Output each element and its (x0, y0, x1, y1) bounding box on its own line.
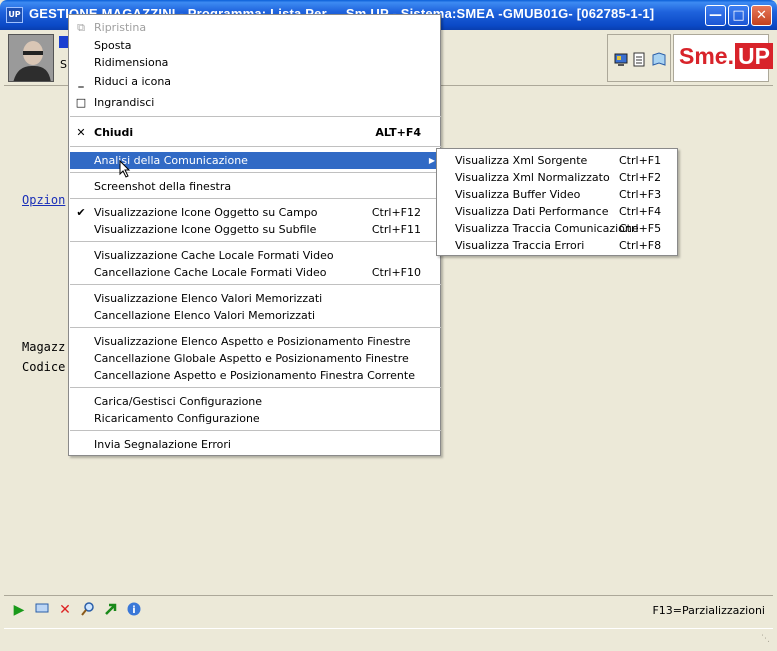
play-icon[interactable]: ▶ (10, 601, 28, 619)
maximize-button[interactable]: □ (728, 5, 749, 26)
menu-separator (70, 116, 441, 117)
smeup-logo: Sme. UP (673, 34, 773, 82)
menu-item-view-cache[interactable]: Visualizzazione Cache Locale Formati Vid… (70, 247, 441, 264)
svg-text:i: i (132, 605, 135, 616)
close-button[interactable]: ✕ (751, 5, 772, 26)
menu-item-minimize[interactable]: _ Riduci a icona (70, 73, 441, 90)
mouse-cursor-icon (119, 160, 131, 178)
submenu-item-video-buffer[interactable]: Visualizza Buffer Video Ctrl+F3 (438, 186, 678, 203)
menu-item-clear-stored-values[interactable]: Cancellazione Elenco Valori Memorizzati (70, 307, 441, 324)
menu-item-field-icons[interactable]: ✔ Visualizzazione Icone Oggetto su Campo… (70, 204, 441, 221)
menu-separator (70, 284, 441, 285)
minimize-icon: — (709, 8, 722, 23)
logo-text-right: UP (734, 43, 773, 69)
checkmark-icon: ✔ (76, 206, 86, 219)
code-label: Codice (22, 360, 66, 374)
logo-text-left: Sme. (679, 43, 734, 69)
maximize-icon: □ (732, 8, 745, 23)
restore-icon: ⧉ (77, 21, 85, 34)
menu-separator (70, 327, 441, 328)
menu-item-clear-cache[interactable]: Cancellazione Cache Locale Formati Video… (70, 264, 441, 281)
header-field-label: S (60, 58, 67, 71)
search-icon[interactable] (79, 601, 97, 619)
export-icon[interactable] (102, 601, 120, 619)
window-icon[interactable] (33, 601, 51, 619)
submenu-arrow-icon: ▶ (428, 156, 435, 165)
menu-item-move[interactable]: Sposta (70, 37, 441, 54)
menu-item-load-config[interactable]: Carica/Gestisci Configurazione (70, 393, 441, 410)
submenu-item-xml-source[interactable]: Visualizza Xml Sorgente Ctrl+F1 (438, 152, 678, 169)
info-icon[interactable]: i (125, 601, 143, 619)
menu-item-maximize[interactable]: □ Ingrandisci (70, 94, 441, 111)
close-icon: ✕ (76, 126, 86, 139)
minimize-icon: _ (78, 75, 84, 88)
menu-item-clear-all-window-layout[interactable]: Cancellazione Globale Aspetto e Posizion… (70, 350, 441, 367)
menu-item-view-stored-values[interactable]: Visualizzazione Elenco Valori Memorizzat… (70, 290, 441, 307)
avatar (8, 34, 54, 82)
resize-grip-icon[interactable]: ⋱ (761, 634, 771, 644)
submenu-item-xml-normalized[interactable]: Visualizza Xml Normalizzato Ctrl+F2 (438, 169, 678, 186)
submenu-item-communication-trace[interactable]: Visualizza Traccia Comunicazione Ctrl+F5 (438, 220, 678, 237)
monitor-icon[interactable] (614, 53, 628, 67)
submenu-item-error-trace[interactable]: Visualizza Traccia Errori Ctrl+F8 (438, 237, 678, 254)
submenu-item-performance-data[interactable]: Visualizza Dati Performance Ctrl+F4 (438, 203, 678, 220)
menu-separator (70, 241, 441, 242)
menu-item-clear-current-window-layout[interactable]: Cancellazione Aspetto e Posizionamento F… (70, 367, 441, 384)
menu-item-send-error-report[interactable]: Invia Segnalazione Errori (70, 436, 441, 453)
app-icon[interactable]: UP (6, 7, 23, 23)
menu-separator (70, 198, 441, 199)
header-tools (607, 34, 671, 82)
menu-item-resize[interactable]: Ridimensiona (70, 54, 441, 71)
options-link[interactable]: Opzion (22, 193, 65, 207)
system-menu: ⧉ Ripristina Sposta Ridimensiona _ Riduc… (68, 14, 441, 456)
menu-item-close[interactable]: ✕ Chiudi ALT+F4 (70, 124, 441, 141)
menu-separator (70, 146, 441, 147)
delete-icon[interactable]: ✕ (56, 601, 74, 619)
document-icon[interactable] (632, 52, 646, 67)
menu-item-reload-config[interactable]: Ricaricamento Configurazione (70, 410, 441, 427)
communication-submenu: Visualizza Xml Sorgente Ctrl+F1 Visualiz… (436, 148, 678, 256)
status-bar (4, 628, 773, 647)
close-icon: ✕ (756, 8, 767, 23)
menu-item-view-window-layout[interactable]: Visualizzazione Elenco Aspetto e Posizio… (70, 333, 441, 350)
menu-item-subfile-icons[interactable]: Visualizzazione Icone Oggetto su Subfile… (70, 221, 441, 238)
minimize-button[interactable]: — (705, 5, 726, 26)
book-icon[interactable] (651, 52, 667, 67)
menu-separator (70, 430, 441, 431)
warehouse-label: Magazz (22, 340, 66, 354)
menu-item-restore[interactable]: ⧉ Ripristina (70, 19, 441, 36)
maximize-icon: □ (75, 96, 87, 109)
menu-separator (70, 387, 441, 388)
menu-item-screenshot[interactable]: Screenshot della finestra (70, 178, 441, 195)
function-key-hint: F13=Parzializzazioni (652, 604, 765, 617)
